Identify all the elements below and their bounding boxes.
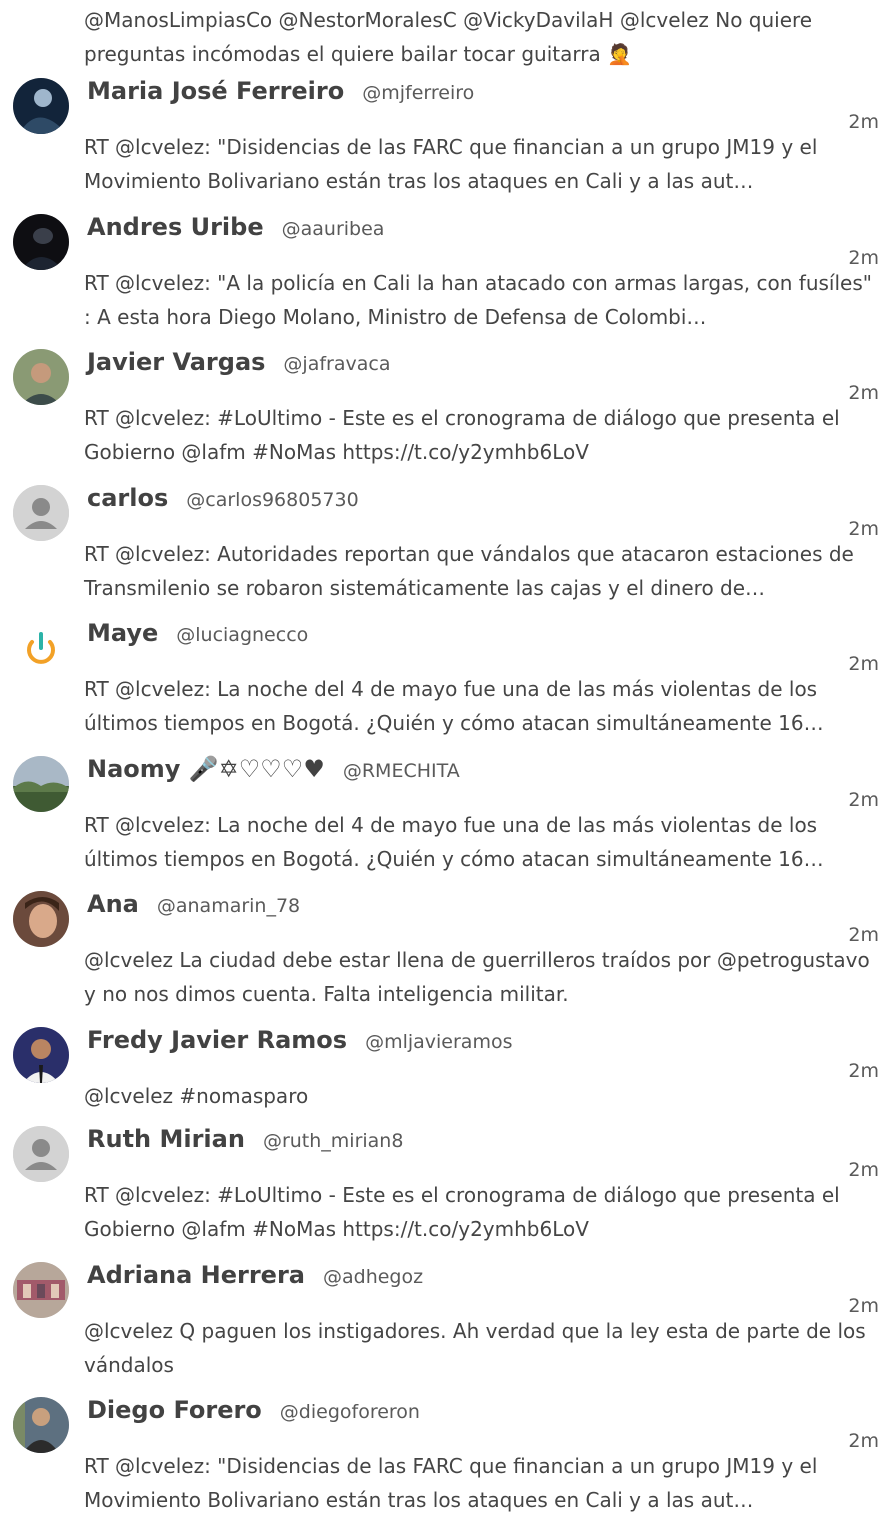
- user-handle[interactable]: @ruth_mirian8: [263, 1123, 404, 1159]
- tweet-item[interactable]: Ruth Mirian @ruth_mirian8 2m RT @lcvelez…: [0, 1121, 893, 1257]
- avatar[interactable]: [13, 755, 69, 812]
- tweet-header: carlos @carlos96805730: [87, 480, 359, 516]
- display-name[interactable]: Fredy Javier Ramos: [87, 1022, 347, 1058]
- avatar[interactable]: [13, 1126, 69, 1182]
- user-handle[interactable]: @mljavieramos: [365, 1024, 512, 1060]
- tweet-item[interactable]: Ana @anamarin_78 2m @lcvelez La ciudad d…: [0, 886, 893, 1022]
- tweet-header: Naomy 🎤✡♡♡♡♥ @RMECHITA: [87, 751, 460, 787]
- tweet-text: @lcvelez Q paguen los instigadores. Ah v…: [84, 1318, 866, 1377]
- display-name[interactable]: carlos: [87, 480, 168, 516]
- user-handle[interactable]: @luciagnecco: [176, 617, 308, 653]
- display-name[interactable]: Maria José Ferreiro: [87, 73, 344, 109]
- display-name[interactable]: Ana: [87, 886, 139, 922]
- user-handle[interactable]: @mjferreiro: [362, 75, 474, 111]
- tweet-header: Ana @anamarin_78: [87, 886, 300, 922]
- avatar[interactable]: [13, 620, 69, 676]
- user-handle[interactable]: @carlos96805730: [186, 482, 358, 518]
- tweet-feed: @ManosLimpiasCo @NestorMoralesC @VickyDa…: [0, 0, 893, 1521]
- tweet-header: Fredy Javier Ramos @mljavieramos: [87, 1022, 513, 1058]
- tweet-item[interactable]: Javier Vargas @jafravaca 2m RT @lcvelez:…: [0, 344, 893, 480]
- tweet-text: @lcvelez La ciudad debe estar llena de g…: [84, 948, 870, 1006]
- avatar[interactable]: [13, 1261, 69, 1318]
- user-handle[interactable]: @jafravaca: [283, 346, 390, 382]
- tweet-item[interactable]: Diego Forero @diegoforeron 2m RT @lcvele…: [0, 1392, 893, 1521]
- tweet-text: RT @lcvelez: #LoUltimo - Este es el cron…: [84, 406, 840, 464]
- avatar[interactable]: [13, 1026, 69, 1083]
- display-name[interactable]: Andres Uribe: [87, 209, 264, 245]
- tweet-text: RT @lcvelez: #LoUltimo - Este es el cron…: [84, 1183, 840, 1241]
- tweet-text: RT @lcvelez: "Disidencias de las FARC qu…: [84, 135, 818, 193]
- user-handle[interactable]: @diegoforeron: [280, 1394, 420, 1430]
- user-handle[interactable]: @aauribea: [282, 211, 385, 247]
- display-name[interactable]: Maye: [87, 615, 158, 651]
- tweet-item[interactable]: Naomy 🎤✡♡♡♡♥ @RMECHITA 2m RT @lcvelez: L…: [0, 751, 893, 887]
- user-handle[interactable]: @RMECHITA: [343, 753, 460, 789]
- tweet-text: @lcvelez #nomasparo: [84, 1083, 309, 1108]
- tweet-header: Ruth Mirian @ruth_mirian8: [87, 1121, 403, 1157]
- display-name[interactable]: Diego Forero: [87, 1392, 262, 1428]
- tweet-text: RT @lcvelez: "A la policía en Cali la ha…: [84, 270, 872, 329]
- tweet-item[interactable]: Maye @luciagnecco 2m RT @lcvelez: La noc…: [0, 615, 893, 751]
- tweet-text: RT @lcvelez: Autoridades reportan que vá…: [84, 541, 854, 600]
- tweet-item[interactable]: Andres Uribe @aauribea 2m RT @lcvelez: "…: [0, 209, 893, 345]
- avatar[interactable]: [13, 213, 69, 270]
- display-name[interactable]: Adriana Herrera: [87, 1257, 305, 1293]
- tweet-text: @ManosLimpiasCo @NestorMoralesC @VickyDa…: [84, 8, 813, 66]
- user-handle[interactable]: @anamarin_78: [157, 888, 300, 924]
- tweet-text: RT @lcvelez: La noche del 4 de mayo fue …: [84, 812, 824, 871]
- tweet-item[interactable]: Adriana Herrera @adhegoz 2m @lcvelez Q p…: [0, 1257, 893, 1393]
- display-name[interactable]: Ruth Mirian: [87, 1121, 245, 1157]
- display-name[interactable]: Naomy 🎤✡♡♡♡♥: [87, 751, 325, 787]
- display-name[interactable]: Javier Vargas: [87, 344, 265, 380]
- avatar[interactable]: [13, 484, 69, 541]
- avatar[interactable]: [13, 891, 69, 947]
- avatar[interactable]: [13, 349, 69, 405]
- avatar[interactable]: [13, 78, 69, 134]
- tweet-item[interactable]: Maria José Ferreiro @mjferreiro 2m RT @l…: [0, 73, 893, 209]
- tweet-text: RT @lcvelez: "Disidencias de las FARC qu…: [84, 1454, 818, 1512]
- user-handle[interactable]: @adhegoz: [323, 1259, 423, 1295]
- tweet-header: Adriana Herrera @adhegoz: [87, 1257, 423, 1293]
- tweet-header: Maye @luciagnecco: [87, 615, 308, 651]
- avatar[interactable]: [13, 1397, 69, 1453]
- tweet-header: Diego Forero @diegoforeron: [87, 1392, 420, 1428]
- tweet-header: Andres Uribe @aauribea: [87, 209, 384, 245]
- tweet-header: Maria José Ferreiro @mjferreiro: [87, 73, 474, 109]
- tweet-text: RT @lcvelez: La noche del 4 de mayo fue …: [84, 677, 824, 735]
- tweet-item[interactable]: carlos @carlos96805730 2m RT @lcvelez: A…: [0, 480, 893, 616]
- tweet-header: Javier Vargas @jafravaca: [87, 344, 390, 380]
